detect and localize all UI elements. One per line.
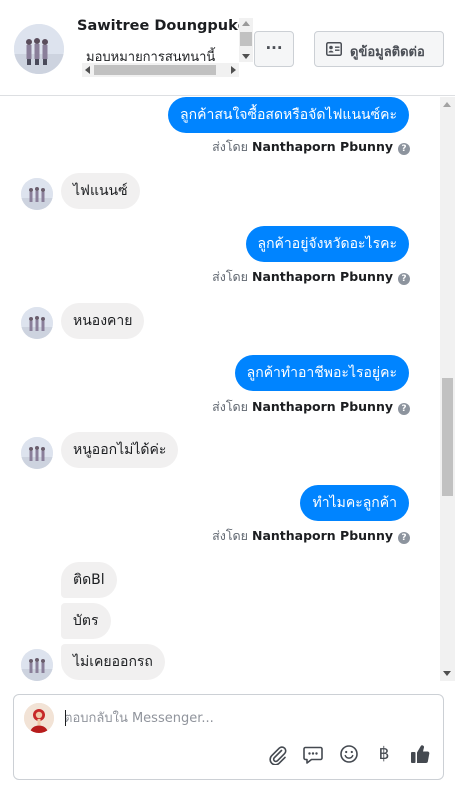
view-contact-info-button[interactable]: ดูข้อมูลติดต่อ — [314, 31, 444, 67]
text-cursor — [65, 710, 66, 726]
incoming-message[interactable]: หนองคาย — [61, 303, 145, 339]
sender-name[interactable]: Nanthaporn Pbunny — [252, 528, 393, 543]
header-horizontal-scrollbar[interactable] — [82, 63, 239, 77]
sent-by-prefix: ส่งโดย — [212, 139, 248, 154]
sent-by-label: ส่งโดย Nanthaporn Pbunny? — [212, 269, 410, 285]
help-icon[interactable]: ? — [398, 273, 410, 285]
scroll-down-arrow-icon[interactable] — [242, 54, 250, 59]
contact-info-label: ดูข้อมูลติดต่อ — [350, 45, 425, 60]
scroll-down-arrow-icon[interactable] — [443, 671, 451, 676]
more-options-button[interactable]: ··· — [254, 31, 294, 67]
contact-avatar-small[interactable] — [21, 437, 53, 469]
contact-card-icon — [326, 42, 342, 56]
scroll-up-arrow-icon[interactable] — [443, 102, 451, 107]
conversation-header: Sawitree Doungpukdee มอบหมายการสนทนานี้ … — [0, 0, 455, 96]
emoji-icon[interactable] — [338, 743, 360, 765]
scroll-thumb[interactable] — [94, 65, 216, 75]
incoming-message[interactable]: บัตร — [61, 603, 111, 639]
outgoing-message[interactable]: ลูกค้าสนใจซื้อสดหรือจัดไฟแนนซ์คะ — [168, 97, 409, 133]
sender-name[interactable]: Nanthaporn Pbunny — [252, 399, 393, 414]
scroll-right-arrow-icon[interactable] — [231, 66, 236, 74]
sent-by-label: ส่งโดย Nanthaporn Pbunny? — [212, 528, 410, 544]
page-avatar — [24, 703, 54, 733]
incoming-message[interactable]: ไม่เคยออกรถ — [61, 644, 165, 680]
sent-by-prefix: ส่งโดย — [212, 528, 248, 543]
contact-avatar-small[interactable] — [21, 178, 53, 210]
thumbs-up-icon[interactable] — [409, 743, 431, 765]
scroll-left-arrow-icon[interactable] — [85, 66, 90, 74]
reply-composer: ฿ — [13, 694, 444, 780]
sent-by-prefix: ส่งโดย — [212, 269, 248, 284]
outgoing-message[interactable]: ลูกค้าอยู่จังหวัดอะไรคะ — [245, 226, 409, 262]
message-list[interactable]: ลูกค้าสนใจซื้อสดหรือจัดไฟแนนซ์คะ ส่งโดย … — [0, 97, 440, 681]
contact-name[interactable]: Sawitree Doungpukdee — [77, 18, 239, 34]
saved-reply-icon[interactable] — [302, 743, 324, 765]
help-icon[interactable]: ? — [398, 532, 410, 544]
sent-by-label: ส่งโดย Nanthaporn Pbunny? — [212, 139, 410, 155]
help-icon[interactable]: ? — [398, 403, 410, 415]
sender-name[interactable]: Nanthaporn Pbunny — [252, 269, 393, 284]
scroll-thumb[interactable] — [240, 32, 252, 46]
contact-avatar-small[interactable] — [21, 307, 53, 339]
sender-name[interactable]: Nanthaporn Pbunny — [252, 139, 393, 154]
paperclip-icon[interactable] — [266, 743, 288, 765]
chat-scrollbar[interactable] — [440, 97, 455, 681]
sent-by-prefix: ส่งโดย — [212, 399, 248, 414]
help-icon[interactable]: ? — [398, 143, 410, 155]
composer-toolbar: ฿ — [14, 743, 443, 765]
incoming-message[interactable]: ไฟแนนซ์ — [61, 173, 140, 209]
scroll-thumb[interactable] — [442, 378, 453, 496]
header-vertical-scrollbar[interactable] — [239, 18, 253, 62]
scroll-up-arrow-icon[interactable] — [242, 21, 250, 26]
outgoing-message[interactable]: ลูกค้าทำอาชีพอะไรอยู่คะ — [234, 355, 409, 391]
sent-by-label: ส่งโดย Nanthaporn Pbunny? — [212, 399, 410, 415]
outgoing-message[interactable]: ทำไมคะลูกค้า — [300, 485, 409, 521]
contact-avatar-small[interactable] — [21, 649, 53, 681]
incoming-message[interactable]: หนูออกไม่ได้ค่ะ — [61, 432, 179, 468]
contact-avatar[interactable] — [14, 24, 64, 74]
incoming-message[interactable]: ติดBl — [61, 562, 117, 598]
baht-payment-icon[interactable]: ฿ — [373, 743, 395, 765]
reply-input[interactable] — [64, 707, 424, 729]
